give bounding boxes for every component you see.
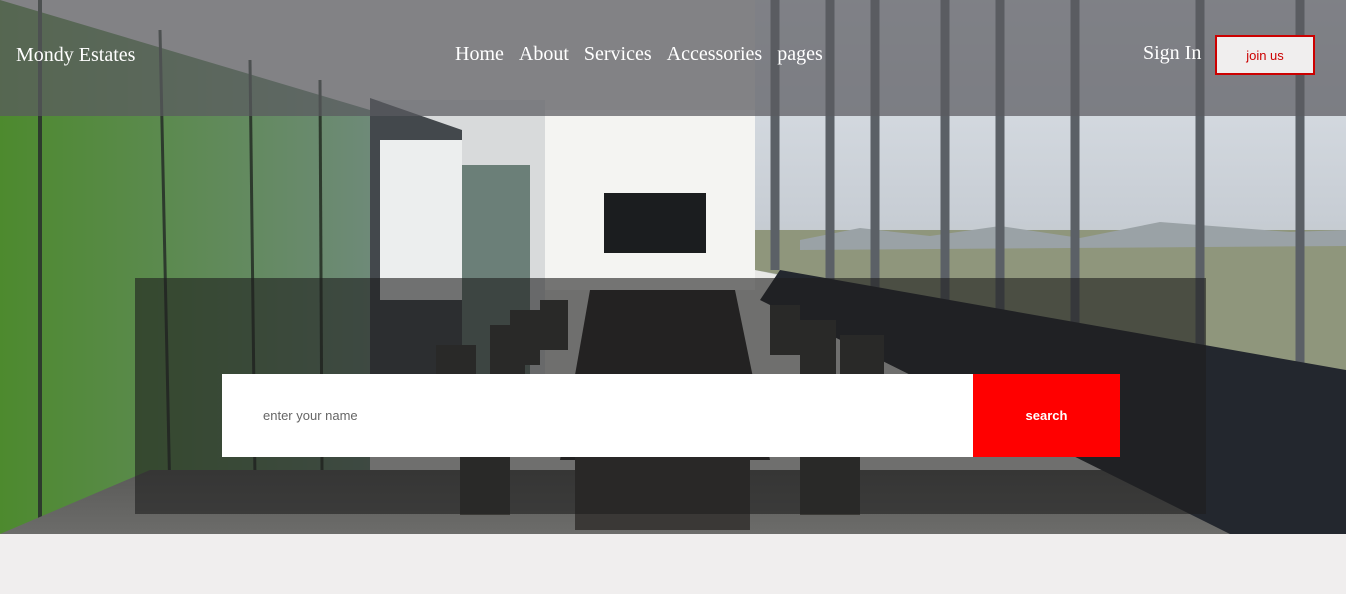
hero-section: Mondy Estates Home About Services Access… (0, 0, 1346, 534)
sign-in-link[interactable]: Sign In (1143, 42, 1201, 65)
join-us-button[interactable]: join us (1215, 35, 1315, 75)
top-navbar: Mondy Estates Home About Services Access… (0, 0, 1346, 116)
search-input[interactable] (222, 374, 973, 457)
nav-link-pages[interactable]: pages (777, 43, 823, 66)
main-nav: Home About Services Accessories pages (455, 43, 823, 66)
nav-link-about[interactable]: About (519, 43, 569, 66)
search-panel: search (135, 278, 1206, 514)
brand-name[interactable]: Mondy Estates (16, 44, 135, 67)
nav-link-services[interactable]: Services (584, 43, 652, 66)
nav-link-accessories[interactable]: Accessories (667, 43, 763, 66)
search-button[interactable]: search (973, 374, 1120, 457)
nav-link-home[interactable]: Home (455, 43, 504, 66)
